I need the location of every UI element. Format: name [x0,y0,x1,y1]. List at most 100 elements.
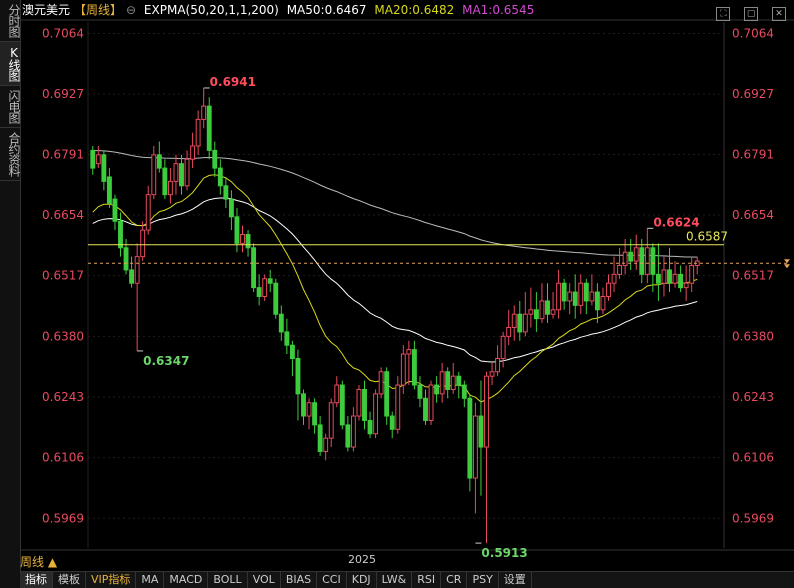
y-tick-label-left: 0.6517 [42,269,84,283]
candle-down [339,384,345,426]
candle-up [356,388,362,417]
y-tick-label-right: 0.6243 [732,390,774,404]
candle-down [289,344,295,359]
high-label: 0.6624 [653,215,699,229]
indicator-tab[interactable]: BIAS [281,572,318,588]
candle-up [511,313,517,328]
candle-down [389,415,395,430]
candle-down [251,247,257,289]
candle-down [317,424,323,452]
candle-down [417,384,423,399]
y-tick-label-right: 0.7064 [732,27,774,41]
y-tick-label-right: 0.6654 [732,208,774,222]
indicator-tab[interactable]: KDJ [347,572,377,588]
candle-down [583,282,589,302]
candle-down [123,247,129,271]
y-tick-label-left: 0.6106 [42,451,84,465]
high-label: 0.6941 [210,75,256,89]
candle-down [461,384,467,399]
period-selector[interactable]: 周线 ▲ [20,553,57,570]
candle-down [301,393,306,417]
candle-down [561,282,567,302]
candle-up [550,309,556,315]
candle-up [672,273,678,284]
candle-down [256,287,262,297]
candle-down [278,313,284,333]
candle-up [400,353,406,386]
indicator-tab[interactable]: 指标 [20,572,53,588]
indicator-tab[interactable]: CR [441,572,468,588]
price-level-label: 0.6587 [686,230,728,244]
candle-down [445,371,451,390]
indicator-tab[interactable]: VIP指标 [86,572,137,588]
close-icon[interactable]: ✕ [772,7,786,21]
candle-down [423,397,428,421]
candle-up [323,437,329,452]
candle-down [467,397,473,479]
y-tick-label-left: 0.6243 [42,390,84,404]
candle-up [661,269,667,284]
indicator-tab[interactable]: MA [136,572,165,588]
indicator-tab[interactable]: LW& [377,572,413,588]
candle-up [600,295,606,311]
candle-up [262,278,268,297]
indicator-tab[interactable]: 模板 [53,572,86,588]
ma50-readout: MA50:0.6467 [286,3,367,17]
x-axis-year-label: 2025 [348,553,376,566]
indicator-tab[interactable]: RSI [412,572,442,588]
candle-down [179,163,184,187]
candle-up [145,194,151,231]
indicator-tab[interactable]: BOLL [208,572,248,588]
candle-down [545,300,550,315]
restore-icon[interactable]: ▢ [744,7,759,21]
y-tick-label-left: 0.7064 [42,27,84,41]
candle-down [129,269,135,284]
candle-up [306,402,312,417]
candle-down [362,388,367,421]
candle-up [644,247,650,275]
candle-up [378,371,384,395]
indicator-tab[interactable]: 设置 [499,572,532,588]
candle-up [617,265,623,275]
y-tick-label-left: 0.6380 [42,329,84,343]
candle-up [439,371,445,395]
candle-down [206,105,212,151]
indicator-tab[interactable]: PSY [467,572,499,588]
candle-up [334,384,340,404]
candle-up [195,118,201,147]
candle-down [112,198,118,222]
candle-down [628,251,634,262]
candle-up [589,291,595,302]
candle-down [572,291,578,306]
candle-up [190,145,196,160]
indicator-tab[interactable]: VOL [248,572,281,588]
candle-up [173,163,179,182]
settings-icon[interactable]: ⊖ [126,3,136,17]
candle-down [655,273,661,284]
candle-down [217,167,223,187]
candle-down [478,415,484,448]
candle-up [528,309,534,315]
candle-up [373,393,379,435]
candle-down [101,154,107,182]
indicator-name[interactable]: EXPMA(50,20,1,1,200) [144,3,279,17]
y-tick-label-right: 0.5969 [732,511,774,525]
indicator-tab[interactable]: MACD [164,572,209,588]
candle-down [245,234,251,249]
symbol-title: 澳元美元 [22,3,71,17]
candle-up [484,375,489,448]
candle-up [606,282,611,297]
indicator-tab[interactable]: CCI [317,572,347,588]
candle-up [578,282,584,306]
y-tick-label-left: 0.6654 [42,208,84,222]
candle-down [162,167,168,196]
y-tick-label-right: 0.6380 [732,329,774,343]
period-label[interactable]: 【周线】 [74,3,122,17]
fullscreen-icon[interactable]: ⛶ [716,7,731,21]
candlestick-chart[interactable]: 0.7064 0.7064 0.6927 0.6927 0.6791 0.6791 0.66… [0,0,794,570]
candle-down [456,375,462,386]
candle-down [106,176,112,205]
candle-down [90,149,96,169]
candle-up [683,282,689,289]
candle-down [367,419,373,435]
